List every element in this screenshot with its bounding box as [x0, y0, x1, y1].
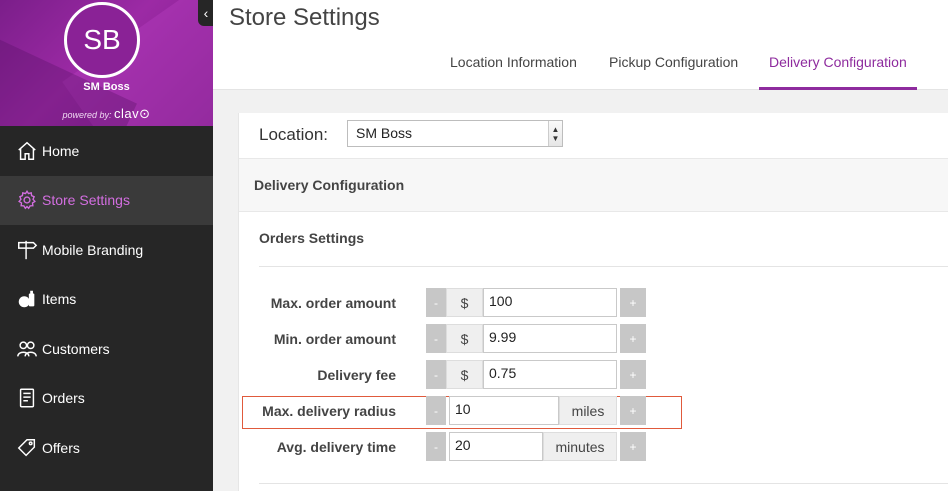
sidebar-item-orders[interactable]: Orders: [0, 374, 213, 424]
sidebar-item-home[interactable]: Home: [0, 126, 213, 176]
tag-icon: [16, 437, 42, 459]
location-row: Location: SM Boss ▲ ▼: [239, 113, 948, 158]
sidebar-item-label: Offers: [42, 439, 80, 456]
signpost-icon: [16, 239, 42, 261]
subsection-title: Orders Settings: [259, 230, 365, 246]
field-delivery-fee: Delivery fee - $ 0.75 +: [239, 360, 948, 390]
home-icon: [16, 140, 42, 162]
content-panel: Location: SM Boss ▲ ▼ Delivery Configurat…: [238, 113, 948, 491]
chevron-down-icon: ▲ ▼: [548, 121, 562, 146]
tab-pickup-configuration[interactable]: Pickup Configuration: [609, 43, 738, 90]
unit-addon: miles: [559, 396, 617, 425]
location-label: Location:: [259, 125, 328, 144]
min-order-amount-input[interactable]: 9.99: [483, 324, 617, 353]
decrement-button[interactable]: -: [426, 324, 446, 353]
powered-by-label: powered by:: [62, 110, 112, 120]
decrement-button[interactable]: -: [426, 432, 446, 461]
field-min-order-amount: Min. order amount - $ 9.99 +: [239, 324, 948, 354]
app-root: SB SM Boss powered by: clav⊙ Home Store …: [0, 0, 948, 491]
brand-name: SM Boss: [83, 81, 130, 93]
section-title: Delivery Configuration: [254, 177, 405, 193]
page-title: Store Settings: [229, 4, 380, 31]
field-label: Delivery fee: [317, 367, 396, 383]
increment-button[interactable]: +: [620, 324, 646, 353]
increment-button[interactable]: +: [620, 288, 646, 317]
field-label: Max. order amount: [270, 295, 396, 311]
sidebar-item-label: Customers: [42, 340, 110, 357]
increment-button[interactable]: +: [620, 360, 646, 389]
field-avg-delivery-time: Avg. delivery time - 20 minutes +: [239, 432, 948, 462]
orders-icon: [16, 387, 42, 409]
tab-location-information[interactable]: Location Information: [450, 43, 577, 90]
sidebar-item-customers[interactable]: Customers: [0, 324, 213, 374]
section-header: Delivery Configuration: [239, 158, 948, 212]
tab-bar: Location Information Pickup Configuratio…: [213, 43, 948, 90]
sidebar: SB SM Boss powered by: clav⊙ Home Store …: [0, 0, 214, 491]
increment-button[interactable]: +: [620, 432, 646, 461]
field-max-delivery-radius: Max. delivery radius - 10 miles +: [239, 396, 948, 426]
customers-icon: [16, 338, 42, 360]
page-header: Store Settings Location Information Pick…: [213, 0, 948, 90]
sidebar-item-label: Orders: [42, 390, 85, 407]
divider: [259, 266, 948, 267]
field-label: Min. order amount: [273, 331, 396, 347]
field-label: Max. delivery radius: [262, 403, 396, 419]
sidebar-item-items[interactable]: Items: [0, 275, 213, 325]
decrement-button[interactable]: -: [426, 360, 446, 389]
max-delivery-radius-input[interactable]: 10: [449, 396, 559, 425]
items-icon: [16, 288, 42, 310]
brand-panel: SB SM Boss powered by: clav⊙: [0, 0, 213, 126]
collapse-sidebar-button[interactable]: ‹: [198, 0, 214, 26]
sidebar-item-label: Items: [42, 291, 77, 308]
sidebar-item-label: Home: [42, 142, 80, 159]
location-select-value: SM Boss: [356, 125, 413, 141]
decrement-button[interactable]: -: [426, 396, 446, 425]
sidebar-item-offers[interactable]: Offers: [0, 423, 213, 473]
unit-addon: minutes: [543, 432, 617, 461]
increment-button[interactable]: +: [620, 396, 646, 425]
tab-delivery-configuration[interactable]: Delivery Configuration: [759, 43, 917, 90]
sidebar-item-mobile-branding[interactable]: Mobile Branding: [0, 225, 213, 275]
delivery-fee-input[interactable]: 0.75: [483, 360, 617, 389]
field-max-order-amount: Max. order amount - $ 100 +: [239, 288, 948, 318]
gear-icon: [16, 189, 42, 211]
sidebar-item-label: Store Settings: [42, 192, 130, 209]
location-select[interactable]: SM Boss ▲ ▼: [347, 120, 563, 147]
sidebar-item-label: Mobile Branding: [42, 241, 144, 258]
sidebar-nav: Home Store Settings Mobile Branding Item…: [0, 126, 213, 473]
currency-addon: $: [446, 324, 483, 353]
currency-addon: $: [446, 288, 483, 317]
avatar[interactable]: SB: [64, 2, 140, 78]
field-label: Avg. delivery time: [276, 439, 396, 455]
max-order-amount-input[interactable]: 100: [483, 288, 617, 317]
avg-delivery-time-input[interactable]: 20: [449, 432, 543, 461]
clavo-logo: clav⊙: [114, 106, 151, 121]
sidebar-item-store-settings[interactable]: Store Settings: [0, 175, 213, 225]
powered-by: powered by: clav⊙: [0, 106, 213, 122]
divider: [259, 483, 948, 484]
currency-addon: $: [446, 360, 483, 389]
decrement-button[interactable]: -: [426, 288, 446, 317]
